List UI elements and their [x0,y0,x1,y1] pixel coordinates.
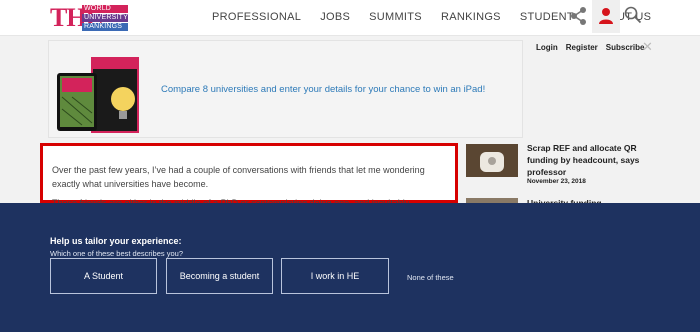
user-icon [599,8,613,24]
option-a-student-button[interactable]: A Student [50,258,157,294]
the-logo[interactable]: THE WORLD UNIVERSITY RANKINGS [50,4,128,31]
nav-rankings[interactable]: RANKINGS [441,11,501,23]
option-work-in-he-button[interactable]: I work in HE [281,258,389,294]
ipad-promo-banner[interactable]: Compare 8 universities and enter your de… [48,40,523,138]
article-line: Over the past few years, I’ve had a coup… [52,165,425,175]
logo-line-university: UNIVERSITY [82,14,129,22]
logo-line-world: WORLD [82,5,128,13]
survey-subtitle: Which one of these best describes you? [50,249,183,258]
none-of-these-link[interactable]: None of these [407,273,454,282]
related-article-title[interactable]: Scrap REF and allocate QR funding by hea… [527,142,645,178]
article-paragraph: Over the past few years, I’ve had a coup… [52,163,450,191]
subscribe-link[interactable]: Subscribe [606,43,645,52]
nav-student[interactable]: STUDENT [520,11,574,23]
account-button[interactable] [592,0,620,33]
article-body: Over the past few years, I’ve had a coup… [40,143,458,208]
logo-line-rankings: RANKINGS [82,23,128,31]
share-icon[interactable] [568,5,590,27]
option-becoming-student-button[interactable]: Becoming a student [166,258,273,294]
logo-wordmark: WORLD UNIVERSITY RANKINGS [82,5,128,32]
top-navigation-bar: THE WORLD UNIVERSITY RANKINGS PROFESSION… [0,0,700,36]
promo-text[interactable]: Compare 8 universities and enter your de… [161,84,485,95]
search-icon[interactable] [624,6,642,29]
related-article-thumbnail[interactable] [466,144,518,177]
article-line: exactly what universities have become. [52,179,209,189]
nav-jobs[interactable]: JOBS [320,11,350,23]
close-icon[interactable]: ✕ [642,39,653,55]
register-link[interactable]: Register [566,43,598,52]
magazine-ipad-image [57,55,139,135]
survey-overlay: Help us tailor your experience: Which on… [0,203,700,332]
nav-professional[interactable]: PROFESSIONAL [212,11,301,23]
login-link[interactable]: Login [536,43,558,52]
nav-summits[interactable]: SUMMITS [369,11,422,23]
related-article-date: November 23, 2018 [527,178,586,185]
survey-title: Help us tailor your experience: [50,236,182,246]
account-links: Login Register Subscribe [536,43,652,52]
